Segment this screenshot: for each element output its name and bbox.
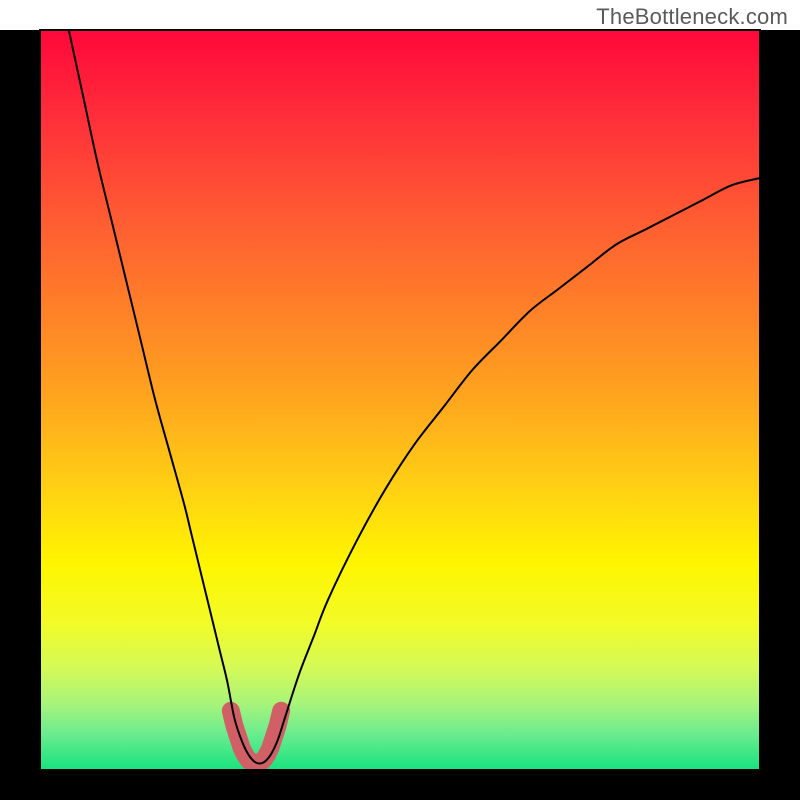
outer-border-left [0, 30, 40, 800]
chart-svg [0, 0, 800, 800]
bottleneck-chart [0, 0, 800, 800]
attribution-text: TheBottleneck.com [596, 4, 788, 30]
outer-border-right [760, 30, 800, 800]
plot-background [40, 30, 760, 770]
outer-border-bottom [0, 770, 800, 800]
